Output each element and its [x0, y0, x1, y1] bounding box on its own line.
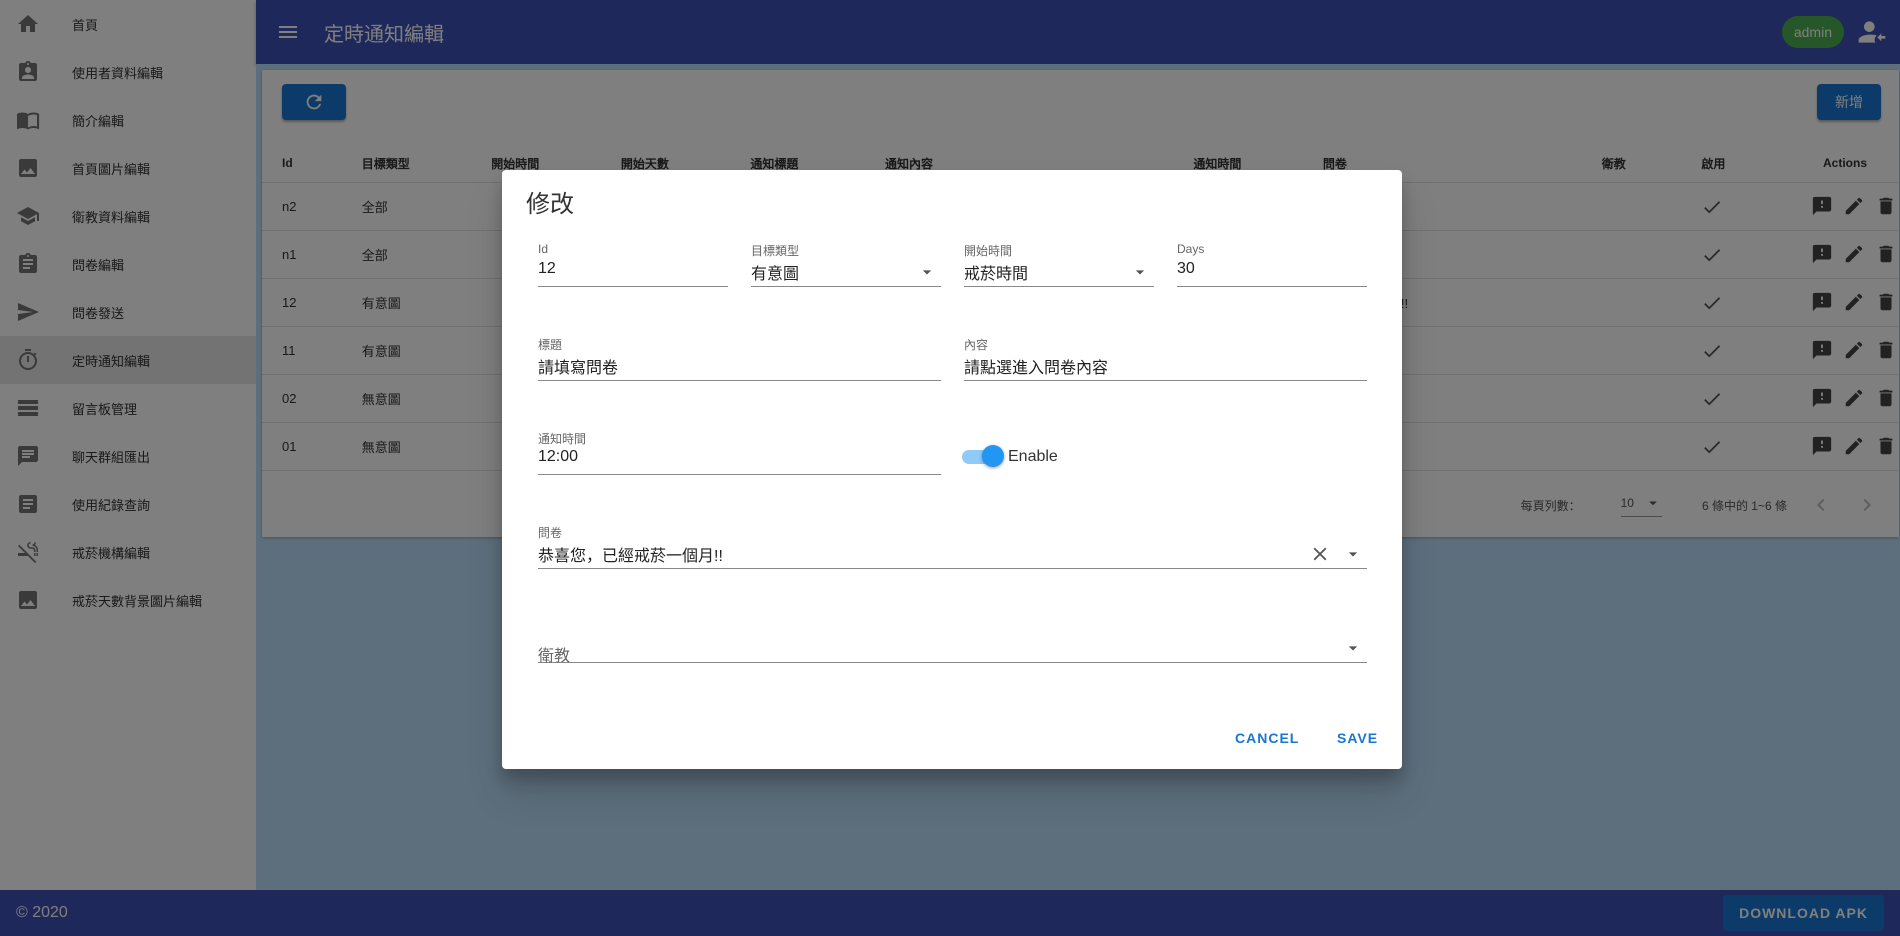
- field-value: 請點選進入問卷內容: [964, 360, 1109, 377]
- field-value: 戒菸時間: [964, 266, 1029, 283]
- start-time-select[interactable]: 開始時間 戒菸時間: [964, 242, 1154, 287]
- arrow-drop-down-icon: [1130, 262, 1150, 282]
- field-label: 內容: [964, 338, 989, 352]
- notify-time-field[interactable]: 通知時間 12:00: [538, 430, 941, 475]
- field-value: 12: [538, 260, 556, 277]
- dialog-title: 修改: [526, 191, 574, 218]
- education-select[interactable]: 衛教: [538, 618, 1367, 665]
- cancel-button[interactable]: CANCEL: [1235, 730, 1299, 746]
- field-value: 30: [1177, 260, 1195, 277]
- field-label: Days: [1177, 242, 1205, 256]
- arrow-drop-down-icon: [1343, 638, 1363, 658]
- days-field[interactable]: Days 30: [1177, 242, 1367, 287]
- arrow-drop-down-icon: [917, 262, 937, 282]
- arrow-drop-down-icon: [1343, 544, 1363, 564]
- enable-switch[interactable]: Enable: [962, 445, 1058, 467]
- field-value: 有意圖: [751, 266, 800, 283]
- subject-field[interactable]: 標題 請填寫問卷: [538, 336, 941, 381]
- id-field[interactable]: Id 12: [538, 242, 728, 287]
- clear-icon[interactable]: [1309, 543, 1331, 565]
- field-placeholder: 衛教: [538, 648, 571, 665]
- edit-dialog: 修改 Id 12 目標類型 有意圖 開始時間 戒菸時間 Days 30 標題 請…: [502, 170, 1402, 769]
- field-value: 12:00: [538, 448, 579, 465]
- target-type-select[interactable]: 目標類型 有意圖: [751, 242, 941, 287]
- field-value: 請填寫問卷: [538, 360, 619, 377]
- switch-thumb: [982, 445, 1004, 467]
- field-label: 問卷: [538, 526, 563, 540]
- enable-label: Enable: [1008, 448, 1058, 465]
- questionnaire-select[interactable]: 問卷 恭喜您，已經戒菸一個月!!: [538, 524, 1367, 569]
- field-label: 通知時間: [538, 432, 587, 446]
- field-label: Id: [538, 242, 549, 256]
- field-label: 開始時間: [964, 244, 1013, 258]
- field-label: 標題: [538, 338, 563, 352]
- content-field[interactable]: 內容 請點選進入問卷內容: [964, 336, 1367, 381]
- switch-track: [962, 445, 1004, 467]
- field-value: 恭喜您，已經戒菸一個月!!: [538, 548, 723, 565]
- save-button[interactable]: SAVE: [1337, 730, 1378, 746]
- field-label: 目標類型: [751, 244, 800, 258]
